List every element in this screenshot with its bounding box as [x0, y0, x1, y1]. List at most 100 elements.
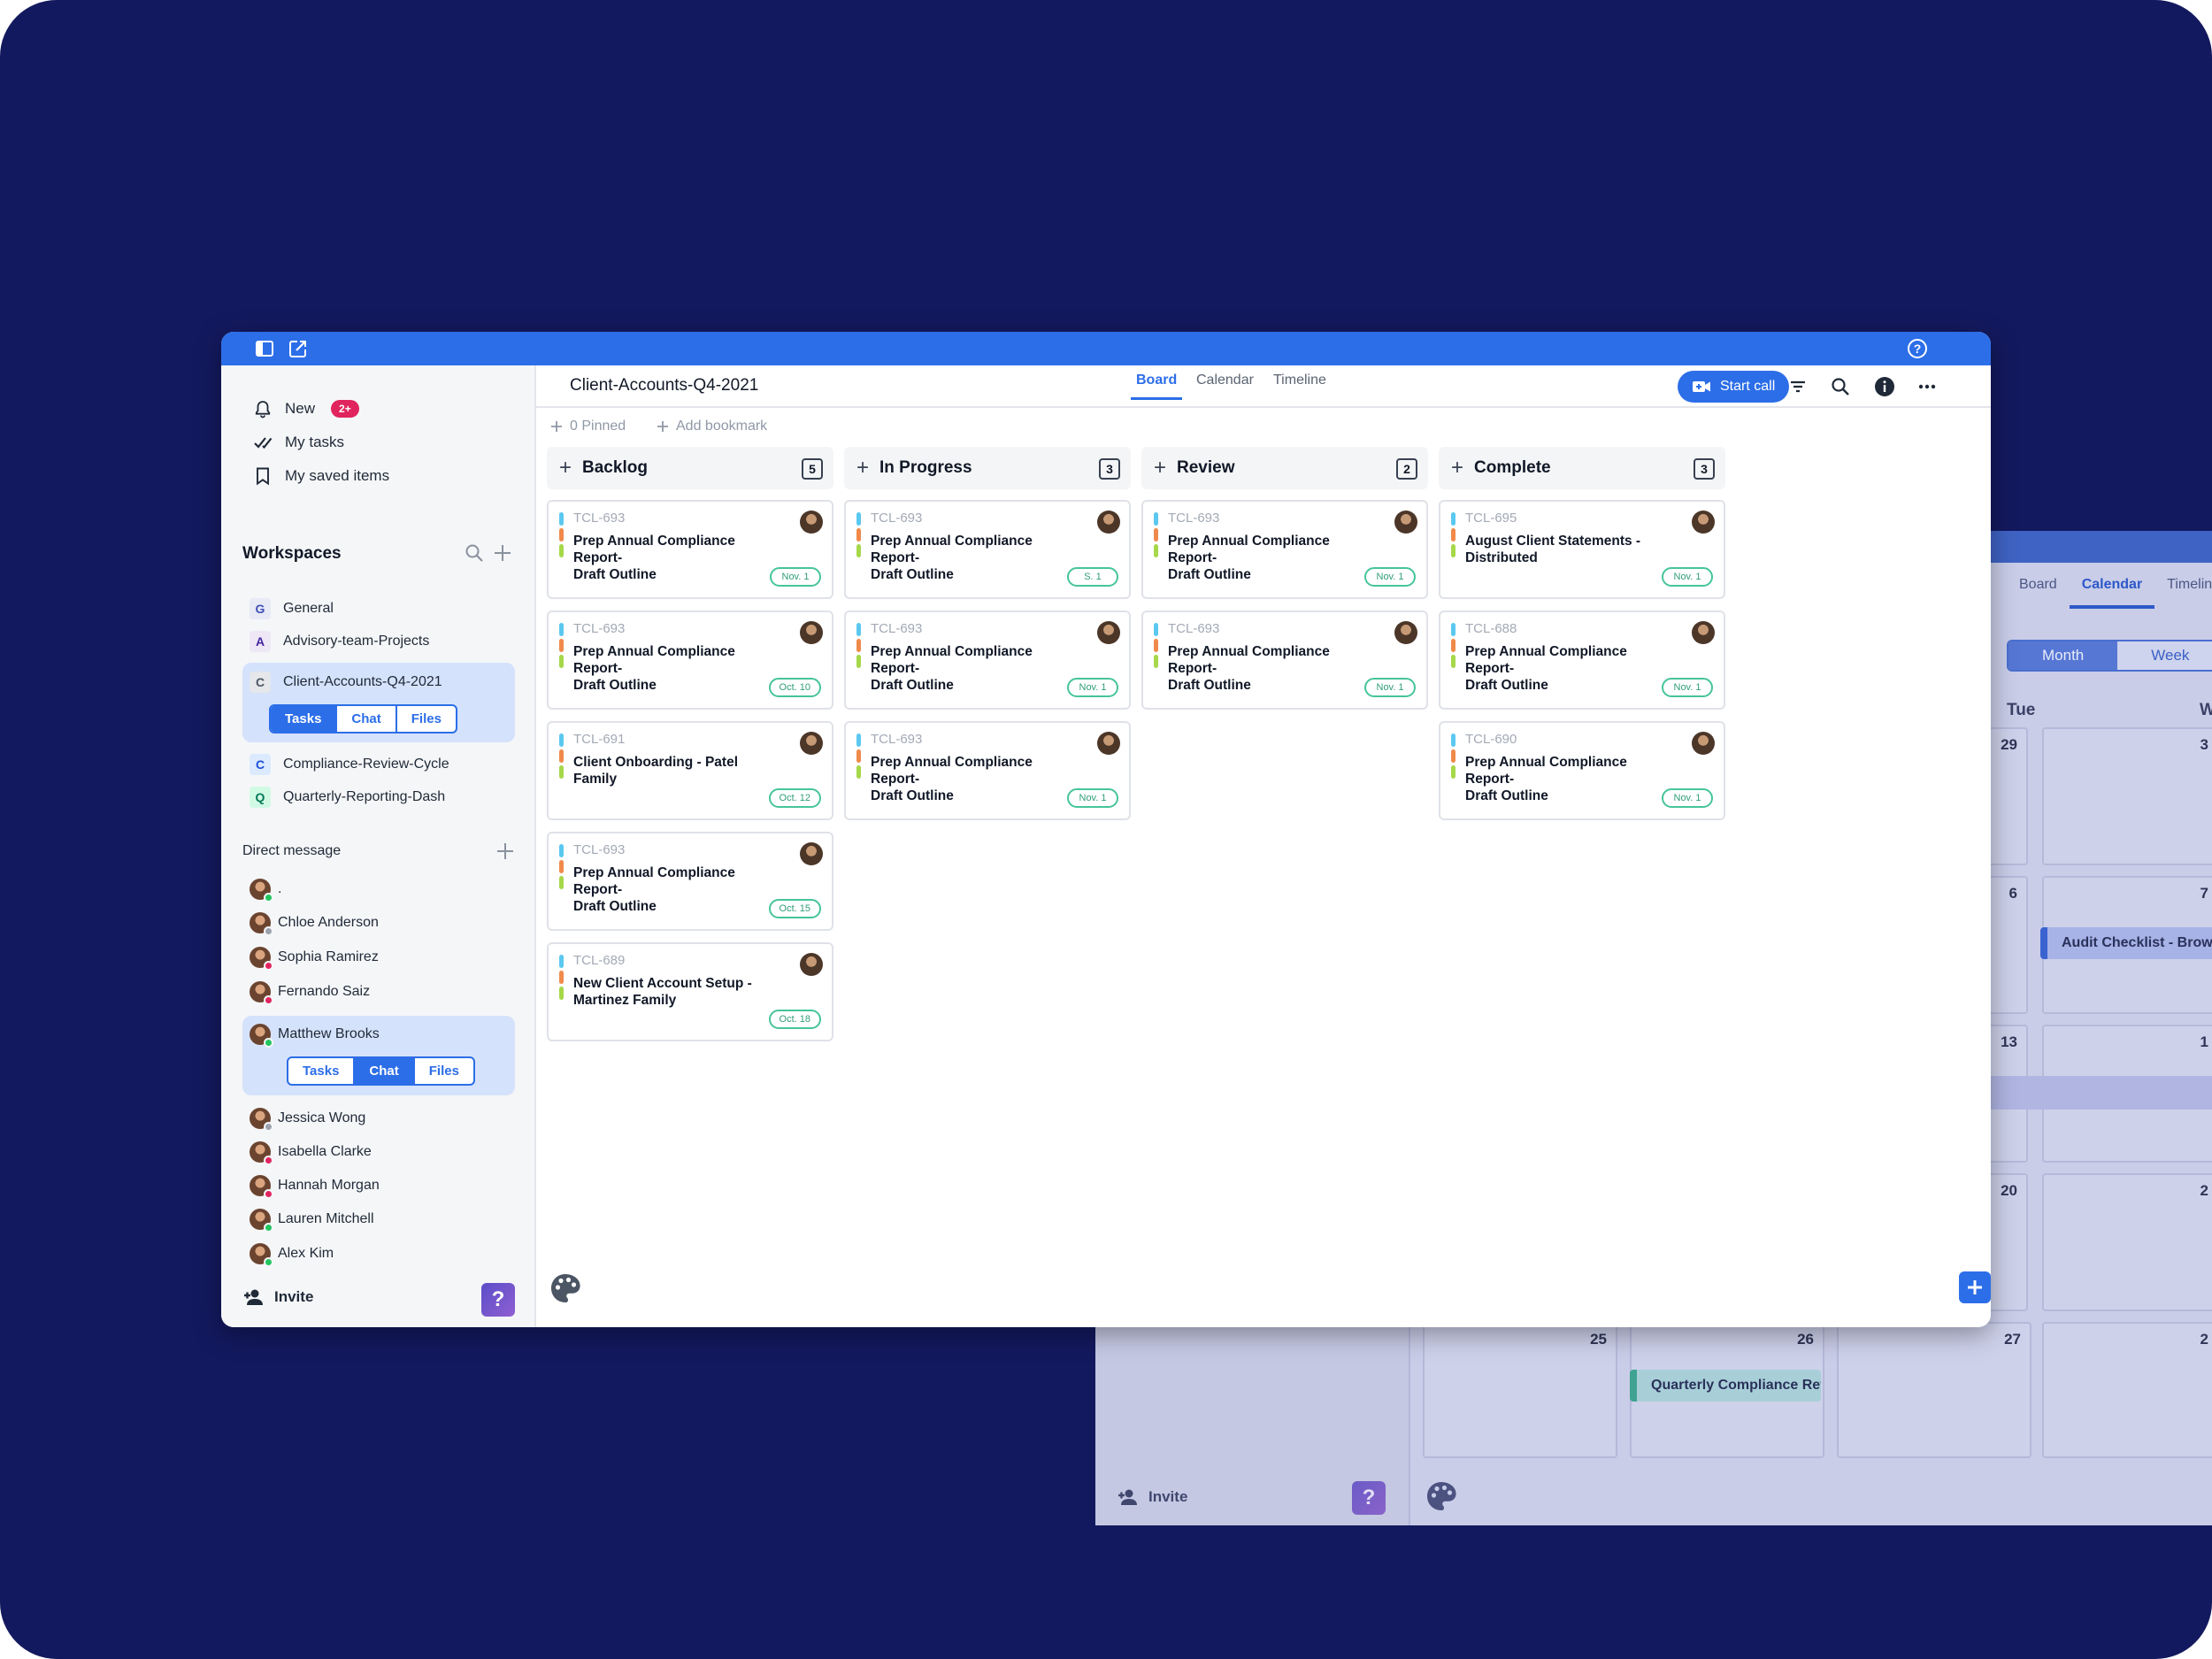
- task-title: New Client Account Setup - Martinez Fami…: [573, 976, 752, 1008]
- filter-icon[interactable]: [1787, 376, 1809, 397]
- task-card[interactable]: TCL-693 Prep Annual Compliance Report- D…: [844, 721, 1131, 820]
- dm-tab-files[interactable]: Files: [415, 1058, 473, 1084]
- background-invite-label: Invite: [1148, 1488, 1188, 1505]
- invite-button[interactable]: Invite: [242, 1288, 313, 1306]
- calendar-event-audit[interactable]: Audit Checklist - Brown A: [2040, 927, 2212, 959]
- dm-tab-tasks[interactable]: Tasks: [288, 1058, 356, 1084]
- more-options-icon[interactable]: [1916, 376, 1938, 397]
- workspace-letter: Q: [250, 787, 271, 808]
- task-card[interactable]: TCL-693 Prep Annual Compliance Report- D…: [1141, 500, 1428, 599]
- workspace-tab-tasks[interactable]: Tasks: [271, 706, 338, 732]
- add-dm-icon[interactable]: [495, 841, 515, 865]
- plus-icon: [657, 421, 668, 432]
- info-icon[interactable]: [1874, 376, 1895, 397]
- add-card-icon[interactable]: +: [1154, 457, 1166, 479]
- avatar: [250, 912, 273, 936]
- add-card-icon[interactable]: +: [856, 457, 869, 479]
- compose-icon[interactable]: [288, 339, 308, 358]
- task-card[interactable]: TCL-693 Prep Annual Compliance Report- D…: [547, 611, 833, 710]
- dm-name: Alex Kim: [278, 1246, 334, 1261]
- add-card-icon[interactable]: +: [559, 457, 572, 479]
- dm-name: Isabella Clarke: [278, 1144, 372, 1159]
- assignee-avatar: [1394, 511, 1417, 534]
- dm-item[interactable]: Jessica Wong: [250, 1108, 365, 1132]
- tab-timeline[interactable]: Timeline: [1273, 373, 1326, 397]
- workspace-client-accounts[interactable]: C Client-Accounts-Q4-2021: [250, 672, 442, 693]
- priority-bars: [559, 955, 564, 1002]
- start-call-button[interactable]: Start call: [1678, 371, 1790, 403]
- workspace-compliance[interactable]: C Compliance-Review-Cycle: [250, 754, 449, 775]
- search-icon[interactable]: [1830, 376, 1851, 397]
- task-card[interactable]: TCL-693 Prep Annual Compliance Report- D…: [844, 500, 1131, 599]
- nav-my-tasks-label: My tasks: [285, 434, 345, 450]
- task-card[interactable]: TCL-695 August Client Statements - Distr…: [1439, 500, 1725, 599]
- nav-my-tasks[interactable]: My tasks: [253, 433, 344, 452]
- background-tab-calendar[interactable]: Calendar: [2069, 566, 2155, 609]
- dm-item[interactable]: Hannah Morgan: [250, 1175, 380, 1199]
- start-call-label: Start call: [1720, 379, 1776, 394]
- priority-bars: [559, 623, 564, 671]
- sidebar-toggle-icon[interactable]: [255, 339, 274, 358]
- dm-item[interactable]: .: [250, 879, 281, 902]
- dm-item[interactable]: Chloe Anderson: [250, 912, 379, 936]
- calendar-day[interactable]: 3: [2042, 727, 2212, 865]
- background-invite-button[interactable]: Invite: [1117, 1488, 1187, 1506]
- dm-item[interactable]: Lauren Mitchell: [250, 1209, 374, 1233]
- task-code: TCL-689: [573, 953, 626, 968]
- dm-tab-chat[interactable]: Chat: [355, 1058, 415, 1084]
- nav-new[interactable]: New 2+: [253, 399, 359, 419]
- column-header: + Complete 3: [1439, 447, 1725, 489]
- pinned-button[interactable]: 0 Pinned: [550, 419, 626, 434]
- workspace-tab-chat[interactable]: Chat: [337, 706, 397, 732]
- palette-icon[interactable]: [549, 1271, 582, 1310]
- dm-item[interactable]: Sophia Ramirez: [250, 947, 379, 971]
- calendar-day[interactable]: 27: [1837, 1322, 2032, 1458]
- question-circle-icon[interactable]: ?: [1908, 339, 1927, 358]
- add-bookmark-button[interactable]: Add bookmark: [657, 419, 767, 434]
- background-tab-timeline[interactable]: Timeline: [2154, 566, 2212, 609]
- workspace-advisory[interactable]: A Advisory-team-Projects: [250, 631, 429, 652]
- assignee-avatar: [1692, 511, 1715, 534]
- priority-bars: [1154, 623, 1158, 671]
- dm-item[interactable]: Alex Kim: [250, 1243, 334, 1267]
- background-help-button[interactable]: ?: [1352, 1481, 1386, 1515]
- task-card[interactable]: TCL-693 Prep Annual Compliance Report- D…: [547, 832, 833, 931]
- workspace-quarterly[interactable]: Q Quarterly-Reporting-Dash: [250, 787, 445, 808]
- task-card[interactable]: TCL-693 Prep Annual Compliance Report- D…: [547, 500, 833, 599]
- calendar-event-quarterly[interactable]: Quarterly Compliance Rev...: [1630, 1370, 1821, 1402]
- add-task-fab[interactable]: [1959, 1271, 1991, 1303]
- workspace-general[interactable]: G General: [250, 598, 334, 619]
- dm-item-selected[interactable]: Matthew Brooks: [250, 1024, 380, 1048]
- nav-saved-items[interactable]: My saved items: [253, 466, 389, 486]
- workspace-tab-files[interactable]: Files: [397, 706, 456, 732]
- column-count: 3: [1694, 458, 1715, 480]
- calendar-event-band[interactable]: [1980, 1076, 2212, 1110]
- add-workspace-icon[interactable]: [492, 542, 513, 568]
- assignee-avatar: [1097, 732, 1120, 755]
- dm-item[interactable]: Fernando Saiz: [250, 981, 370, 1005]
- priority-bars: [559, 844, 564, 892]
- task-card[interactable]: TCL-689 New Client Account Setup - Marti…: [547, 942, 833, 1041]
- dm-item[interactable]: Isabella Clarke: [250, 1141, 372, 1165]
- task-card[interactable]: TCL-690 Prep Annual Compliance Report- D…: [1439, 721, 1725, 820]
- toggle-week[interactable]: Week: [2117, 641, 2212, 670]
- workspace-name: Advisory-team-Projects: [283, 634, 430, 649]
- search-workspaces-icon[interactable]: [464, 542, 485, 568]
- calendar-day[interactable]: 2: [2042, 1322, 2212, 1458]
- help-button[interactable]: ?: [481, 1283, 515, 1317]
- tab-calendar[interactable]: Calendar: [1196, 373, 1254, 397]
- toggle-month[interactable]: Month: [2008, 641, 2118, 670]
- background-palette-icon[interactable]: [1425, 1479, 1458, 1517]
- background-tab-board[interactable]: Board: [2007, 566, 2070, 609]
- calendar-day[interactable]: 25: [1423, 1322, 1617, 1458]
- assignee-avatar: [800, 511, 823, 534]
- calendar-day[interactable]: 2: [2042, 1173, 2212, 1311]
- task-card[interactable]: TCL-693 Prep Annual Compliance Report- D…: [844, 611, 1131, 710]
- task-card[interactable]: TCL-691 Client Onboarding - Patel Family…: [547, 721, 833, 820]
- column-count: 3: [1099, 458, 1120, 480]
- task-card[interactable]: TCL-688 Prep Annual Compliance Report- D…: [1439, 611, 1725, 710]
- task-card[interactable]: TCL-693 Prep Annual Compliance Report- D…: [1141, 611, 1428, 710]
- task-code: TCL-693: [871, 621, 923, 636]
- add-card-icon[interactable]: +: [1451, 457, 1463, 479]
- tab-board[interactable]: Board: [1131, 373, 1183, 400]
